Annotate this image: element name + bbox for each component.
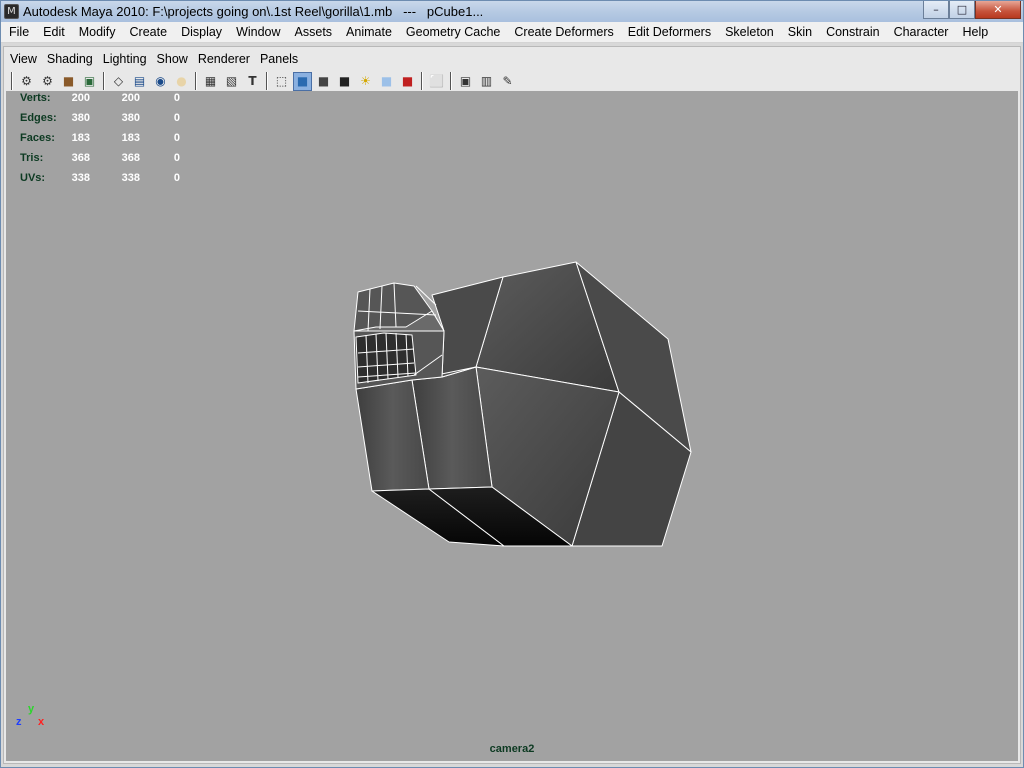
resolution-gate-icon[interactable]: ◉ [151,72,170,91]
wireframe-on-shaded-icon[interactable]: ■ [314,72,333,91]
toolbar-separator [421,72,423,90]
toolbar-separator [11,72,13,90]
image-plane-icon[interactable]: ▣ [80,72,99,91]
use-lights-icon[interactable]: ☀ [356,72,375,91]
axis-x-label: x [38,716,45,728]
smooth-shade-icon[interactable]: ■ [293,71,312,91]
safe-action-icon[interactable]: ▧ [222,72,241,91]
window-controls: – □ ✕ [923,1,1021,19]
menu-create-deformers[interactable]: Create Deformers [507,22,620,42]
panel-menu-view[interactable]: View [4,49,42,69]
bookmarks-icon[interactable]: ■ [59,72,78,91]
panel-menu-bar: View Shading Lighting Show Renderer Pane… [4,49,303,69]
menu-assets[interactable]: Assets [288,22,340,42]
menu-character[interactable]: Character [887,22,956,42]
gorilla-head-mesh[interactable] [6,91,1018,761]
menu-skeleton[interactable]: Skeleton [718,22,781,42]
axis-z-label: z [16,716,22,728]
main-menu-bar: File Edit Modify Create Display Window A… [1,22,1023,43]
xray-icon[interactable]: ■ [377,72,396,91]
select-camera-icon[interactable]: ⚙ [17,72,36,91]
panel-menu-show[interactable]: Show [152,49,193,69]
axis-y-label: y [28,703,35,715]
menu-modify[interactable]: Modify [72,22,123,42]
maya-window: M Autodesk Maya 2010: F:\projects going … [0,0,1024,768]
menu-help[interactable]: Help [955,22,995,42]
wireframe-icon[interactable]: ⬚ [272,72,291,91]
menu-edit-deformers[interactable]: Edit Deformers [621,22,718,42]
menu-edit[interactable]: Edit [36,22,72,42]
toolbar-separator [266,72,268,90]
gate-mask-icon[interactable]: ● [172,72,191,91]
close-button[interactable]: ✕ [975,1,1021,19]
xray-active-icon[interactable]: ▥ [477,72,496,91]
window-title: Autodesk Maya 2010: F:\projects going on… [23,4,484,19]
toolbar-separator [195,72,197,90]
textured-icon[interactable]: ■ [335,72,354,91]
toolbar-separator [450,72,452,90]
shadows-icon[interactable]: ■ [398,72,417,91]
panel-menu-renderer[interactable]: Renderer [193,49,255,69]
menu-create[interactable]: Create [123,22,175,42]
film-gate-icon[interactable]: ▤ [130,72,149,91]
menu-display[interactable]: Display [174,22,229,42]
panel-menu-shading[interactable]: Shading [42,49,98,69]
xray-joints-icon[interactable]: ▣ [456,72,475,91]
menu-skin[interactable]: Skin [781,22,819,42]
title-bar[interactable]: M Autodesk Maya 2010: F:\projects going … [1,1,1023,22]
model-panel: View Shading Lighting Show Renderer Pane… [3,46,1021,764]
menu-window[interactable]: Window [229,22,287,42]
menu-constrain[interactable]: Constrain [819,22,887,42]
menu-animate[interactable]: Animate [339,22,399,42]
panel-toolbar: ⚙ ⚙ ■ ▣ ◇ ▤ ◉ ● ▦ ▧ T ⬚ ■ ■ ■ ☀ ■ ■ ⬜ ▣ … [8,70,518,92]
3d-viewport[interactable]: Verts: 200 200 0 Edges: 380 380 0 Faces:… [6,91,1018,761]
field-chart-icon[interactable]: ▦ [201,72,220,91]
panel-menu-panels[interactable]: Panels [255,49,303,69]
menu-file[interactable]: File [1,22,36,42]
isolate-select-icon[interactable]: ⬜ [427,72,446,91]
maximize-button[interactable]: □ [949,1,975,19]
hud-icon[interactable]: ✎ [498,72,517,91]
toolbar-separator [103,72,105,90]
menu-geometry-cache[interactable]: Geometry Cache [399,22,507,42]
camera-name-label: camera2 [489,743,535,755]
grid-icon[interactable]: ◇ [109,72,128,91]
safe-title-icon[interactable]: T [243,72,262,91]
camera-attributes-icon[interactable]: ⚙ [38,72,57,91]
view-axis-indicator: y z x [16,703,46,733]
maya-icon[interactable]: M [4,4,19,19]
minimize-button[interactable]: – [923,1,949,19]
panel-menu-lighting[interactable]: Lighting [98,49,152,69]
